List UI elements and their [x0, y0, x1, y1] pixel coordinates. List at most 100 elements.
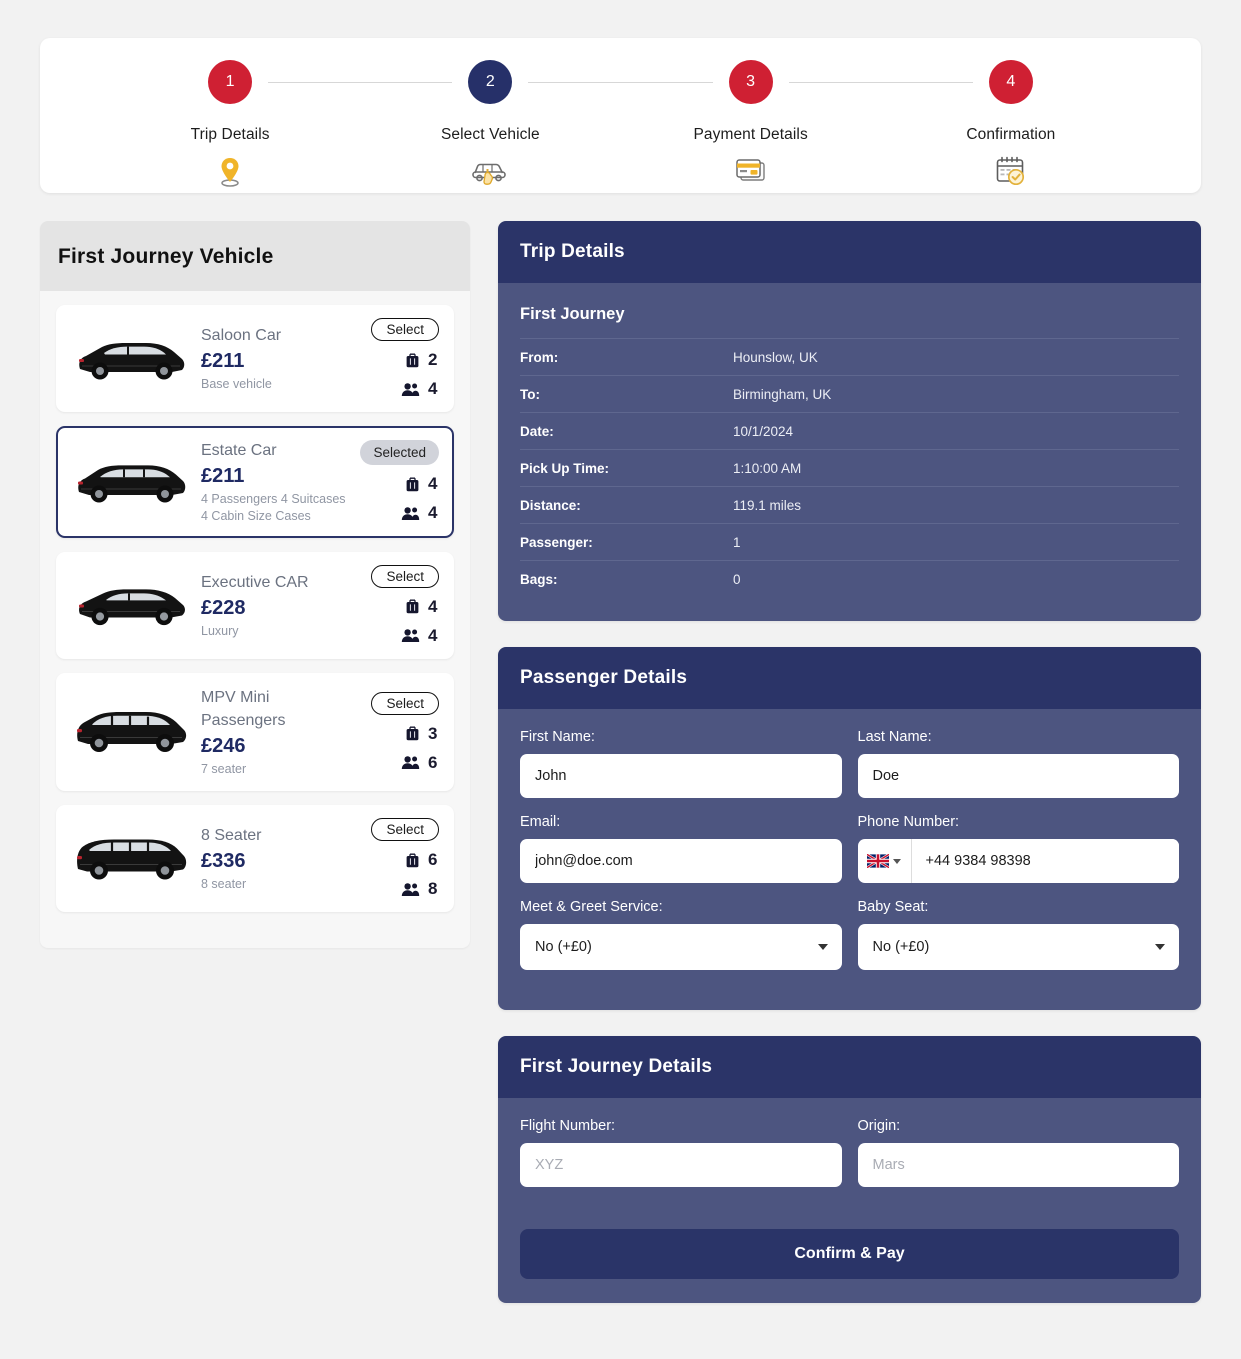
step-label-2: Select Vehicle	[440, 126, 540, 143]
bags-capacity: 6	[351, 850, 439, 870]
step-number-label: 1	[225, 73, 235, 90]
vehicle-name: MPV Mini Passengers	[201, 688, 286, 730]
trip-detail-value: 10/1/2024	[733, 424, 794, 439]
stepper-steps: 1 Trip Details 2 Select Vehicle 3 Payment Det…	[40, 38, 1201, 188]
meet-greet-field-group: Meet & Greet Service: No (+£0)	[520, 899, 842, 970]
passengers-icon	[401, 882, 420, 896]
vehicle-card[interactable]: 8 Seater £336 8 seater Select 6 8	[56, 805, 454, 913]
origin-label: Origin:	[857, 1118, 901, 1134]
origin-field-group: Origin:	[857, 1118, 1179, 1187]
step-connector	[788, 82, 973, 83]
trip-detail-value: 1	[733, 535, 741, 550]
passenger-capacity: 8	[351, 879, 439, 899]
trip-detail-key: Passenger:	[520, 535, 593, 550]
baby-seat-field-group: Baby Seat: No (+£0)	[857, 899, 1179, 970]
flight-number-field-group: Flight Number:	[520, 1118, 842, 1187]
trip-detail-row: Date: 10/1/2024	[520, 412, 1179, 449]
vehicle-panel-header: First Journey Vehicle	[40, 221, 470, 291]
mpv-image	[71, 701, 191, 763]
vehicle-list: Saloon Car £211 Base vehicle Select 2 4 Estate…	[40, 291, 470, 913]
suitcase-icon	[406, 599, 419, 614]
select-vehicle-button[interactable]: Select	[371, 691, 439, 715]
trip-details-panel: Trip Details First Journey From: Hounslow…	[498, 221, 1201, 621]
trip-details-body: First Journey From: Hounslow, UK To: Birmin…	[498, 283, 1201, 621]
vehicle-info: MPV Mini Passengers £246 7 seater	[201, 686, 351, 778]
passenger-capacity: 4	[351, 626, 439, 646]
passenger-capacity: 4	[351, 503, 439, 523]
meet-greet-select[interactable]: No (+£0)	[520, 924, 842, 970]
passengers-icon	[401, 507, 420, 520]
vehicle-name: Executive CAR	[201, 573, 309, 591]
origin-input[interactable]	[857, 1143, 1179, 1187]
baby-seat-label: Baby Seat:	[857, 899, 929, 915]
stepper-step-2[interactable]: 2 Select Vehicle	[360, 38, 713, 188]
vehicle-description: Base vehicle	[201, 377, 272, 392]
meet-greet-select-wrapper: No (+£0)	[520, 924, 842, 970]
suitcase-icon	[406, 477, 419, 492]
eight-seater-van-image	[71, 828, 191, 890]
bags-count: 3	[428, 723, 438, 743]
trip-detail-value: 1:10:00 AM	[733, 461, 802, 476]
email-field-group: Email:	[520, 814, 842, 883]
vehicle-card[interactable]: Saloon Car £211 Base vehicle Select 2 4	[56, 305, 454, 412]
selected-badge[interactable]: Selected	[360, 440, 439, 466]
trip-detail-row: Pick Up Time: 1:10:00 AM	[520, 449, 1179, 486]
vehicle-card[interactable]: MPV Mini Passengers £246 7 seater Select 3 6	[56, 672, 454, 792]
vehicle-card[interactable]: Estate Car £211 4 Passengers 4 Suitcases 4…	[56, 426, 454, 538]
vehicle-info: Executive CAR £228 Luxury	[201, 571, 351, 640]
suitcase-icon	[406, 853, 419, 867]
vehicle-name: 8 Seater	[201, 827, 262, 845]
first-name-input[interactable]	[520, 754, 842, 798]
first-name-field-group: First Name:	[520, 729, 842, 798]
saloon-car-image	[71, 328, 191, 390]
stepper-step-4[interactable]: 4 Confirmation	[881, 38, 1141, 188]
suitcase-icon	[406, 353, 419, 367]
passengers-count: 4	[428, 503, 438, 523]
last-name-input[interactable]	[857, 754, 1179, 798]
credit-card-icon	[730, 154, 772, 188]
step-number-4: 4	[988, 60, 1033, 104]
trip-detail-key: Pick Up Time:	[520, 461, 610, 476]
journey-details-body: Flight Number: Origin: Confirm & Pay	[498, 1098, 1201, 1303]
bags-capacity: 3	[351, 724, 439, 744]
step-number-label: 3	[746, 73, 756, 90]
trip-detail-row: Distance: 119.1 miles	[520, 486, 1179, 523]
vehicle-description: 4 Passengers 4 Suitcases 4 Cabin Size Ca…	[201, 492, 346, 524]
vehicle-column: First Journey Vehicle Saloon Car £211 Base…	[40, 221, 470, 949]
step-connector	[268, 82, 453, 83]
baby-seat-select-wrapper: No (+£0)	[857, 924, 1179, 970]
email-input[interactable]	[520, 839, 842, 883]
trip-detail-row: Bags: 0	[520, 560, 1179, 597]
country-code-selector[interactable]	[858, 839, 912, 883]
trip-details-title: Trip Details	[520, 241, 625, 262]
trip-detail-key: From:	[520, 350, 559, 365]
baby-seat-select[interactable]: No (+£0)	[857, 924, 1179, 970]
select-vehicle-button[interactable]: Select	[371, 818, 439, 842]
vehicle-card[interactable]: Executive CAR £228 Luxury Select 4 4	[56, 551, 454, 659]
vehicle-panel-title: First Journey Vehicle	[58, 245, 274, 268]
bags-capacity: 4	[351, 474, 439, 494]
passenger-details-body: First Name: Last Name: Email: Ph	[498, 709, 1201, 1010]
phone-number-input[interactable]	[911, 839, 1179, 883]
bags-count: 4	[428, 596, 438, 616]
booking-page: 1 Trip Details 2 Select Vehicle 3 Payment Det…	[0, 0, 1241, 1359]
journey-details-header: First Journey Details	[498, 1036, 1201, 1098]
passenger-details-header: Passenger Details	[498, 647, 1201, 709]
step-connector	[528, 82, 713, 83]
select-vehicle-button[interactable]: Select	[371, 564, 439, 588]
step-label-4: Confirmation	[966, 126, 1056, 143]
flight-number-input[interactable]	[520, 1143, 842, 1187]
vehicle-name: Estate Car	[201, 442, 277, 459]
suitcase-icon	[406, 726, 419, 741]
stepper-step-3[interactable]: 3 Payment Details	[621, 38, 973, 188]
select-vehicle-button[interactable]: Select	[371, 318, 439, 341]
vehicle-info: Saloon Car £211 Base vehicle	[201, 324, 351, 393]
trip-detail-key: Bags:	[520, 572, 558, 587]
stepper-step-1[interactable]: 1 Trip Details	[100, 38, 453, 188]
confirm-and-pay-button[interactable]: Confirm & Pay	[520, 1229, 1179, 1279]
trip-detail-value: Birmingham, UK	[733, 387, 832, 402]
passengers-icon	[401, 756, 420, 770]
bags-capacity: 2	[351, 350, 439, 370]
car-select-hand-icon	[469, 154, 511, 188]
trip-detail-key: Distance:	[520, 498, 581, 513]
